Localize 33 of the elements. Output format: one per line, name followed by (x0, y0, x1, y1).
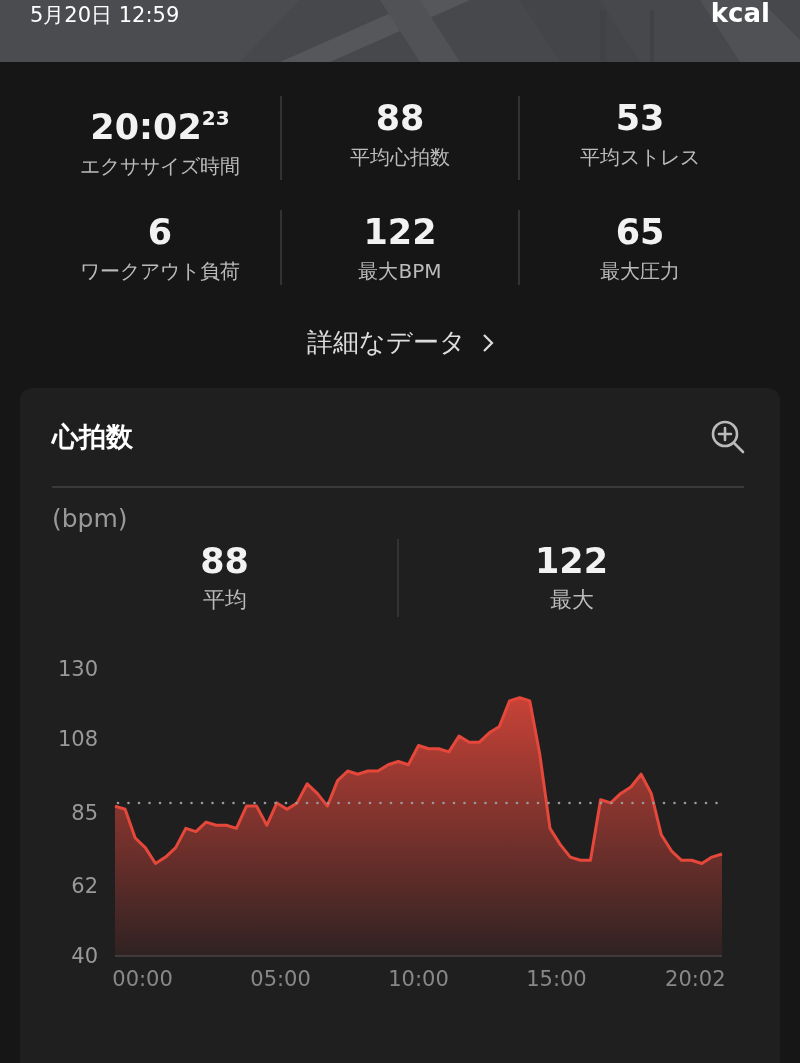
card-title: 心拍数 (52, 420, 133, 454)
summary-value: 88 (200, 540, 249, 583)
y-tick-label: 85 (71, 800, 98, 825)
y-tick-label: 130 (57, 657, 98, 681)
x-tick-label: 20:02 (665, 967, 726, 991)
x-tick-label: 05:00 (250, 967, 311, 991)
stat-label: 平均心拍数 (350, 144, 450, 171)
x-tick-label: 00:00 (112, 967, 173, 991)
stat-label: 最大圧力 (600, 258, 680, 285)
stat-label: 最大BPM (358, 258, 442, 285)
date-time: 5月20日 12:59 (30, 2, 180, 29)
unit-label: kcal (710, 0, 770, 26)
summary-label: 最大 (549, 586, 594, 614)
stat-label: エクササイズ時間 (80, 153, 240, 180)
y-tick-label: 108 (57, 727, 98, 752)
stat-value: 53 (615, 97, 665, 140)
stat-value: 20:02$^{23}$ (90, 105, 230, 149)
chevron-right-icon (481, 332, 494, 353)
stat-value: 88 (375, 97, 425, 140)
zoom-in-icon[interactable] (710, 419, 746, 455)
x-tick-label: 15:00 (526, 967, 587, 991)
stat-label: ワークアウト負荷 (80, 258, 240, 285)
stat-value: 6 (147, 211, 173, 254)
details-link[interactable]: 詳細なデータ (306, 325, 494, 360)
unit-label: (bpm) (52, 504, 129, 533)
y-tick-label: 62 (71, 873, 98, 898)
summary-value: 122 (534, 540, 609, 583)
stat-label: 平均ストレス (580, 144, 700, 171)
stat-value: 65 (615, 211, 665, 254)
x-tick-label: 10:00 (388, 967, 449, 991)
y-tick-label: 40 (71, 944, 98, 968)
summary-label: 平均 (202, 586, 247, 614)
stat-value: 122 (363, 211, 437, 254)
